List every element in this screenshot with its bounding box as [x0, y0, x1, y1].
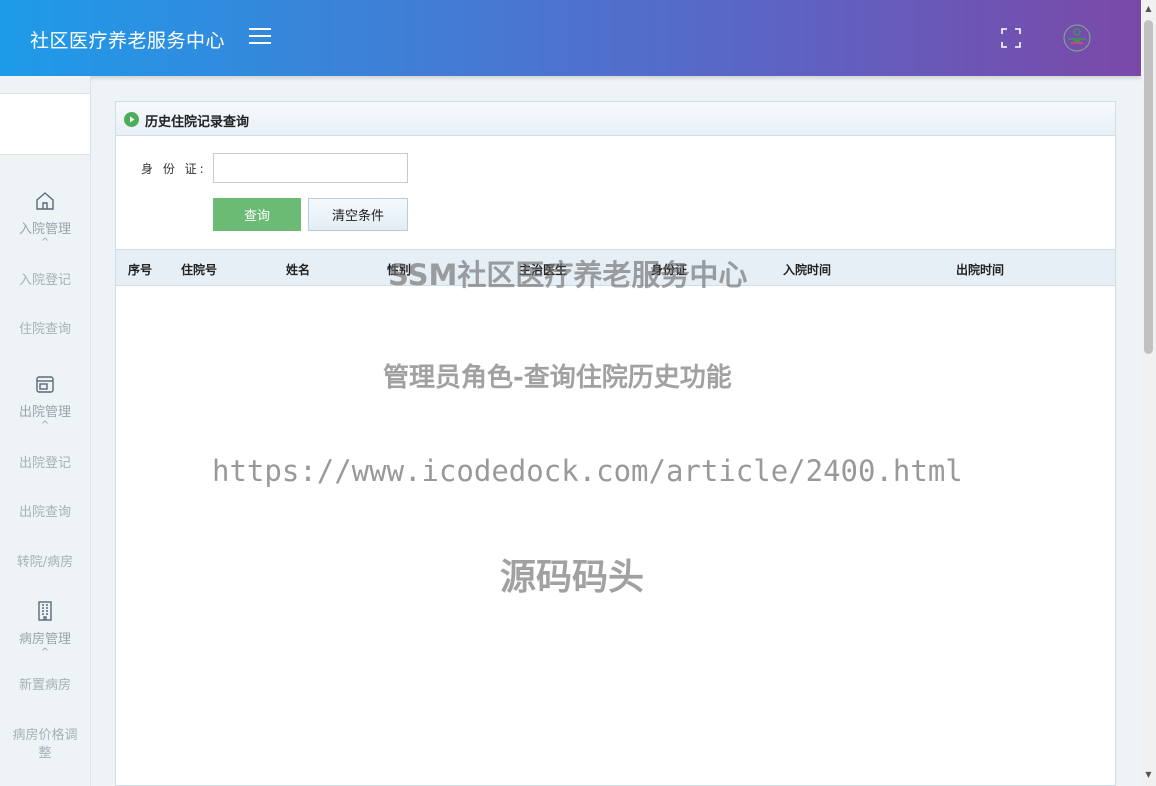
sidebar-group-label: 病房管理	[18, 632, 71, 647]
sidebar-group-ward[interactable]: 病房管理 ^	[0, 600, 90, 658]
top-header: 社区医疗养老服务中心	[0, 0, 1141, 76]
column-header[interactable]: 住院号	[181, 261, 217, 278]
play-circle-icon	[124, 112, 139, 127]
scrollbar-thumb[interactable]	[1144, 20, 1153, 354]
sidebar-group-admission[interactable]: 入院管理 ^	[0, 190, 90, 248]
app-title: 社区医疗养老服务中心	[30, 30, 226, 52]
column-header[interactable]: 序号	[128, 261, 152, 278]
sidebar-group-discharge[interactable]: 出院管理 ^	[0, 373, 90, 431]
id-card-label: 身 份 证:	[141, 162, 207, 176]
watermark-title: SSM社区医疗养老服务中心	[388, 258, 748, 292]
panel-header: 历史住院记录查询	[116, 102, 1115, 136]
sidebar-item-new-ward[interactable]: 新置病房	[0, 677, 90, 695]
column-header[interactable]: 出院时间	[956, 261, 1004, 278]
scroll-up-arrow-icon[interactable]: ▲	[1141, 2, 1156, 16]
sidebar-user-area	[0, 93, 90, 155]
sidebar-item-discharge-register[interactable]: 出院登记	[0, 455, 90, 473]
building-icon	[34, 600, 56, 622]
sidebar: 入院管理 ^ 入院登记 住院查询 出院管理 ^ 出院登记 出院查询 转院/病房 …	[0, 76, 91, 786]
watermark-url: https://www.icodedock.com/article/2400.h…	[212, 454, 963, 488]
panel-title: 历史住院记录查询	[145, 115, 250, 130]
sidebar-group-label: 入院管理	[18, 222, 71, 237]
sidebar-item-admission-register[interactable]: 入院登记	[0, 272, 90, 290]
home-icon	[34, 190, 56, 212]
sidebar-item-ward-price[interactable]: 病房价格调整	[0, 727, 90, 763]
sidebar-item-discharge-query[interactable]: 出院查询	[0, 504, 90, 522]
watermark-subtitle: 管理员角色-查询住院历史功能	[383, 363, 732, 393]
sidebar-group-label: 出院管理	[18, 405, 71, 420]
column-header[interactable]: 入院时间	[783, 261, 831, 278]
query-button[interactable]: 查询	[213, 198, 301, 231]
caret-up-icon: ^	[40, 237, 50, 248]
vertical-scrollbar[interactable]: ▲ ▼	[1141, 0, 1156, 786]
caret-up-icon: ^	[40, 647, 50, 658]
column-header[interactable]: 姓名	[286, 261, 310, 278]
window-icon	[34, 373, 56, 395]
sidebar-item-transfer-ward[interactable]: 转院/病房	[0, 554, 90, 572]
user-avatar-icon[interactable]	[1062, 23, 1092, 53]
caret-up-icon: ^	[40, 420, 50, 431]
sidebar-item-hospital-query[interactable]: 住院查询	[0, 321, 90, 339]
hamburger-menu-icon[interactable]	[249, 28, 271, 48]
scroll-down-arrow-icon[interactable]: ▼	[1141, 768, 1156, 782]
history-query-panel: 历史住院记录查询 身 份 证: 查询 清空条件 序号 住院号 姓名 性别 主治医…	[115, 101, 1116, 786]
watermark-brand: 源码码头	[500, 557, 645, 598]
fullscreen-icon[interactable]	[1000, 27, 1022, 49]
clear-conditions-button[interactable]: 清空条件	[308, 198, 408, 231]
id-card-input[interactable]	[213, 153, 408, 183]
